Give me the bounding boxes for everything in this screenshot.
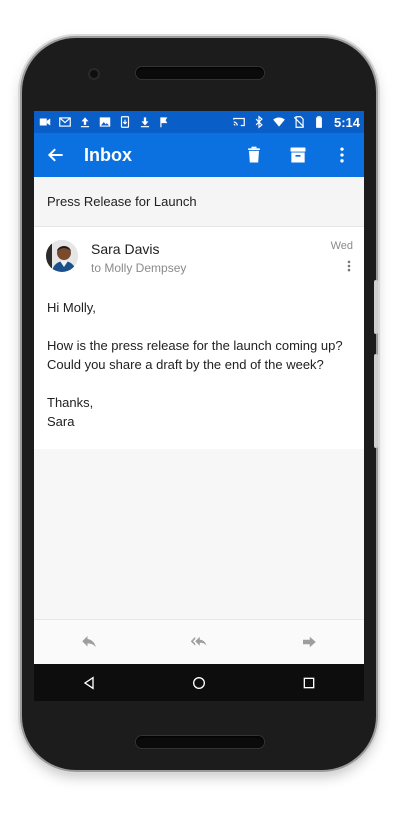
sender-name[interactable]: Sara Davis <box>91 241 159 257</box>
status-left-icons <box>38 115 172 129</box>
cast-icon <box>232 115 246 129</box>
reply-all-icon <box>190 636 207 646</box>
body-greeting: Hi Molly, <box>47 300 96 315</box>
reply-all-button[interactable] <box>177 620 221 664</box>
no-sim-icon <box>292 115 306 129</box>
power-button <box>374 280 378 334</box>
more-vert-icon <box>340 147 344 163</box>
overflow-menu-button[interactable] <box>320 133 364 177</box>
front-camera <box>88 68 100 80</box>
wifi-icon <box>272 115 286 129</box>
page-title: Inbox <box>84 144 132 165</box>
body-signature: Sara <box>47 414 75 429</box>
image-icon <box>98 115 112 129</box>
download-file-icon <box>118 115 132 129</box>
app-bar: Inbox <box>34 133 364 177</box>
flag-icon <box>158 115 172 129</box>
body-line: How is the press release for the launch … <box>47 338 343 353</box>
screen: 5:14 Inbox Press Release for Launch Sara… <box>34 111 364 701</box>
home-circle-icon <box>193 676 205 689</box>
empty-area <box>34 449 364 619</box>
avatar[interactable] <box>46 240 78 272</box>
forward-icon <box>303 636 316 648</box>
trash-icon <box>248 146 260 163</box>
status-time: 5:14 <box>333 114 360 130</box>
appbar-actions <box>232 133 364 177</box>
message-body: Hi Molly, How is the press release for t… <box>47 298 353 431</box>
archive-icon <box>290 147 306 163</box>
delete-button[interactable] <box>232 133 276 177</box>
recents-square-icon <box>303 677 315 688</box>
download-icon <box>138 115 152 129</box>
nav-back-button[interactable] <box>67 664 111 701</box>
reply-button[interactable] <box>67 620 111 664</box>
message-more-button[interactable] <box>340 257 358 275</box>
gmail-icon <box>58 115 72 129</box>
status-bar: 5:14 <box>34 111 364 133</box>
body-line: Could you share a draft by the end of th… <box>47 357 324 372</box>
bottom-speaker <box>136 736 264 748</box>
email-subject: Press Release for Launch <box>47 194 197 209</box>
back-triangle-icon <box>83 675 94 690</box>
top-speaker <box>136 67 264 79</box>
back-arrow-button[interactable] <box>34 133 78 177</box>
bluetooth-icon <box>252 115 266 129</box>
back-arrow-icon <box>47 148 63 162</box>
system-nav-bar <box>34 664 364 701</box>
reply-icon <box>82 636 96 648</box>
sender-photo <box>46 240 78 272</box>
more-vert-icon <box>347 260 351 272</box>
volume-button <box>374 354 378 448</box>
status-right-icons: 5:14 <box>232 115 360 130</box>
forward-button[interactable] <box>287 620 331 664</box>
video-icon <box>38 115 52 129</box>
body-closing: Thanks, <box>47 395 94 410</box>
nav-home-button[interactable] <box>177 664 221 701</box>
battery-icon <box>312 115 326 129</box>
archive-button[interactable] <box>276 133 320 177</box>
message-date: Wed <box>330 240 353 252</box>
subject-bar: Press Release for Launch <box>34 177 364 227</box>
upload-icon <box>78 115 92 129</box>
nav-recents-button[interactable] <box>287 664 331 701</box>
message-card: Sara Davis to Molly Dempsey Wed Hi Molly… <box>34 227 364 449</box>
recipient-line: to Molly Dempsey <box>91 261 187 275</box>
message-action-bar <box>34 619 364 664</box>
